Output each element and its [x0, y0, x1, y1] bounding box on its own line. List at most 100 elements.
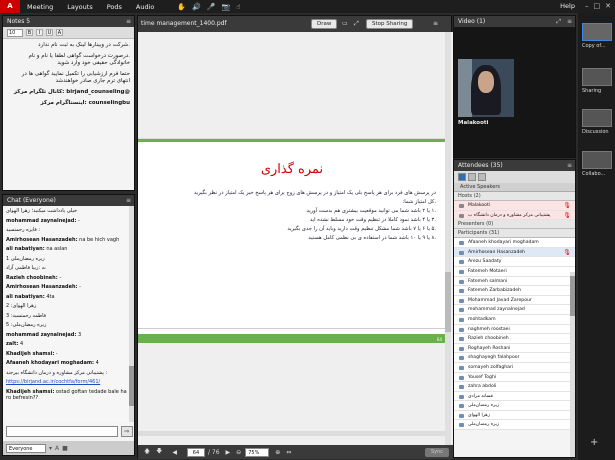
attendee-row[interactable]: Fatemeh salmani: [454, 276, 575, 287]
attendee-row[interactable]: mohtadkam: [454, 314, 575, 325]
attendees-scrollbar[interactable]: [570, 272, 575, 457]
fit-width-icon[interactable]: ⇔: [286, 449, 291, 456]
attendee-row[interactable]: Malakooti 🎙: [454, 201, 575, 211]
fullscreen-icon[interactable]: ⤢: [354, 20, 359, 28]
menu-pods[interactable]: Pods: [100, 3, 129, 11]
microphone-icon[interactable]: 🎤: [207, 3, 216, 11]
chat-scrollbar[interactable]: [129, 206, 134, 422]
maximize-icon[interactable]: □: [594, 0, 601, 13]
menu-icon[interactable]: ≡: [126, 16, 131, 27]
video-feed[interactable]: [458, 59, 514, 117]
attendee-name: Razieh choobineh: [468, 336, 509, 342]
layout-thumbnail: [582, 151, 612, 169]
chat-message: فایزه رحمتسید :: [6, 227, 131, 234]
status-view-icon[interactable]: [468, 173, 476, 181]
presenters-group[interactable]: Presenters (0): [454, 220, 575, 230]
list-view-icon[interactable]: [458, 173, 466, 181]
sync-button[interactable]: Sync: [424, 447, 449, 457]
attendee-row[interactable]: somayeh zolfaghari: [454, 362, 575, 373]
attendee-name: زهرا الهوای: [468, 412, 490, 418]
attendee-row[interactable]: زیره رمضان‌ملی: [454, 420, 575, 431]
attendee-row[interactable]: Razieh choobineh: [454, 334, 575, 344]
attendee-row[interactable]: Afaaneh khodayari moghadam: [454, 238, 575, 248]
webcam-icon[interactable]: 📷: [222, 3, 231, 11]
attendee-row[interactable]: shaghayegh falahpoor: [454, 353, 575, 363]
chat-text: خیلی یادداشت میکنید؛ زهرا الهوای: [6, 208, 78, 214]
menu-audio[interactable]: Audio: [129, 3, 161, 11]
menu-meeting[interactable]: Meeting: [20, 3, 60, 11]
chat-text: -: [77, 284, 81, 290]
chevron-down-icon[interactable]: ▾: [49, 445, 52, 452]
arrow-down-icon[interactable]: 🡇: [156, 447, 162, 457]
chat-text: -: [76, 217, 80, 224]
chat-sender: Afaaneh khodayari moghadam:: [6, 360, 95, 366]
attendee-row[interactable]: naghmeh roostaei: [454, 324, 575, 335]
chat-text: پشتیبانی مرکز مشاوره و درمان دانشگاه بیر…: [6, 369, 108, 376]
participants-group[interactable]: Participants (31): [454, 229, 575, 239]
chat-scope: (Everyone): [22, 197, 56, 204]
previous-page-icon[interactable]: ◀: [172, 449, 177, 456]
attendee-row[interactable]: Fatemeh Zarbabizadeh: [454, 286, 575, 296]
text-color-icon[interactable]: A: [56, 29, 63, 36]
attendee-row[interactable]: Roghayeh Roshani: [454, 343, 575, 354]
layout-item[interactable]: Discussion: [582, 109, 612, 135]
attendee-name: Malakooti: [468, 203, 491, 208]
chat-target-select[interactable]: Everyone: [6, 443, 46, 453]
notes-body[interactable]: .شرکت در وبینارها لینک به ثبت نام ندارد …: [3, 39, 134, 114]
hand-icon[interactable]: ✋: [177, 3, 186, 11]
attendee-row[interactable]: Yousef Toghi: [454, 372, 575, 383]
attendee-row[interactable]: زیره رمضان‌ملی: [454, 401, 575, 411]
attendee-row[interactable]: mohammad zaynalnejad: [454, 305, 575, 315]
underline-icon[interactable]: U: [46, 29, 53, 36]
draw-button[interactable]: Draw: [311, 19, 338, 29]
hosts-group[interactable]: Hosts (2): [454, 192, 575, 201]
zoom-select[interactable]: 75%: [245, 447, 270, 457]
menu-icon[interactable]: ≡: [126, 195, 131, 206]
layout-item[interactable]: Collabo...: [582, 151, 612, 177]
chat-input[interactable]: [6, 426, 118, 437]
color-icon[interactable]: ■: [62, 445, 68, 452]
page-number-input[interactable]: 64: [186, 447, 205, 457]
attendee-row[interactable]: پشتیبانی مرکز مشاوره و درمان دانشگاه ب 🎙: [454, 210, 575, 221]
attendee-row[interactable]: Amirhosean Hasanzadeh 🎙: [454, 247, 575, 258]
attendee-row[interactable]: زهرا الهوای: [454, 410, 575, 421]
font-size-select[interactable]: 10: [7, 28, 23, 37]
next-page-icon[interactable]: ▶: [226, 449, 231, 456]
menu-layouts[interactable]: Layouts: [60, 3, 99, 11]
attendee-row[interactable]: zahra abdoli: [454, 382, 575, 392]
zoom-in-icon[interactable]: ⊕: [275, 449, 280, 456]
attendee-row[interactable]: Arezu Saadaty: [454, 257, 575, 267]
menu-icon[interactable]: ≡: [567, 160, 572, 171]
menu-icon[interactable]: ≡: [567, 16, 572, 27]
chat-message: 3 :فاطمه رحمتسید: [6, 313, 131, 320]
minimize-icon[interactable]: –: [585, 0, 589, 13]
close-icon[interactable]: ✕: [605, 0, 611, 13]
speaker-icon[interactable]: 🔊: [192, 3, 201, 11]
breakout-icon[interactable]: [478, 173, 486, 181]
arrow-up-icon[interactable]: 🡅: [144, 447, 150, 457]
menu-help[interactable]: Help: [560, 0, 575, 13]
monitor-icon[interactable]: ▭: [342, 20, 348, 27]
attendee-name: shaghayegh falahpoor: [468, 355, 520, 361]
text-size-icon[interactable]: A: [55, 445, 59, 452]
chat-link[interactable]: https://birjand.ac.ir/cochtfa/form/461/: [6, 379, 100, 385]
attendee-row[interactable]: فسانه مرادی: [454, 391, 575, 402]
stop-sharing-button[interactable]: Stop Sharing: [366, 19, 414, 29]
microphone-muted-icon: 🎙: [563, 211, 571, 219]
zoom-out-icon[interactable]: ⊖: [236, 449, 241, 456]
add-layout-icon[interactable]: +: [590, 437, 598, 448]
attendee-row[interactable]: Mohammad Javad Zarepour: [454, 295, 575, 306]
bold-icon[interactable]: B: [26, 29, 33, 36]
italic-icon[interactable]: I: [36, 29, 43, 36]
attendee-row[interactable]: Fatemeh Motaeri: [454, 266, 575, 277]
attendee-name: Fatemeh salmani: [468, 278, 508, 284]
document-vertical-scrollbar[interactable]: [445, 32, 451, 445]
document-horizontal-scrollbar[interactable]: [138, 431, 446, 436]
menu-icon[interactable]: ≡: [433, 20, 438, 27]
fullscreen-icon[interactable]: ⤢: [556, 16, 561, 27]
chat-text: 2 :زهرا الهوای: [6, 303, 37, 309]
layout-item[interactable]: Copy of...: [582, 23, 612, 49]
raise-hand-icon[interactable]: ☝: [236, 3, 240, 11]
send-button[interactable]: ⇨: [121, 426, 133, 437]
layout-item[interactable]: Sharing: [582, 68, 612, 94]
